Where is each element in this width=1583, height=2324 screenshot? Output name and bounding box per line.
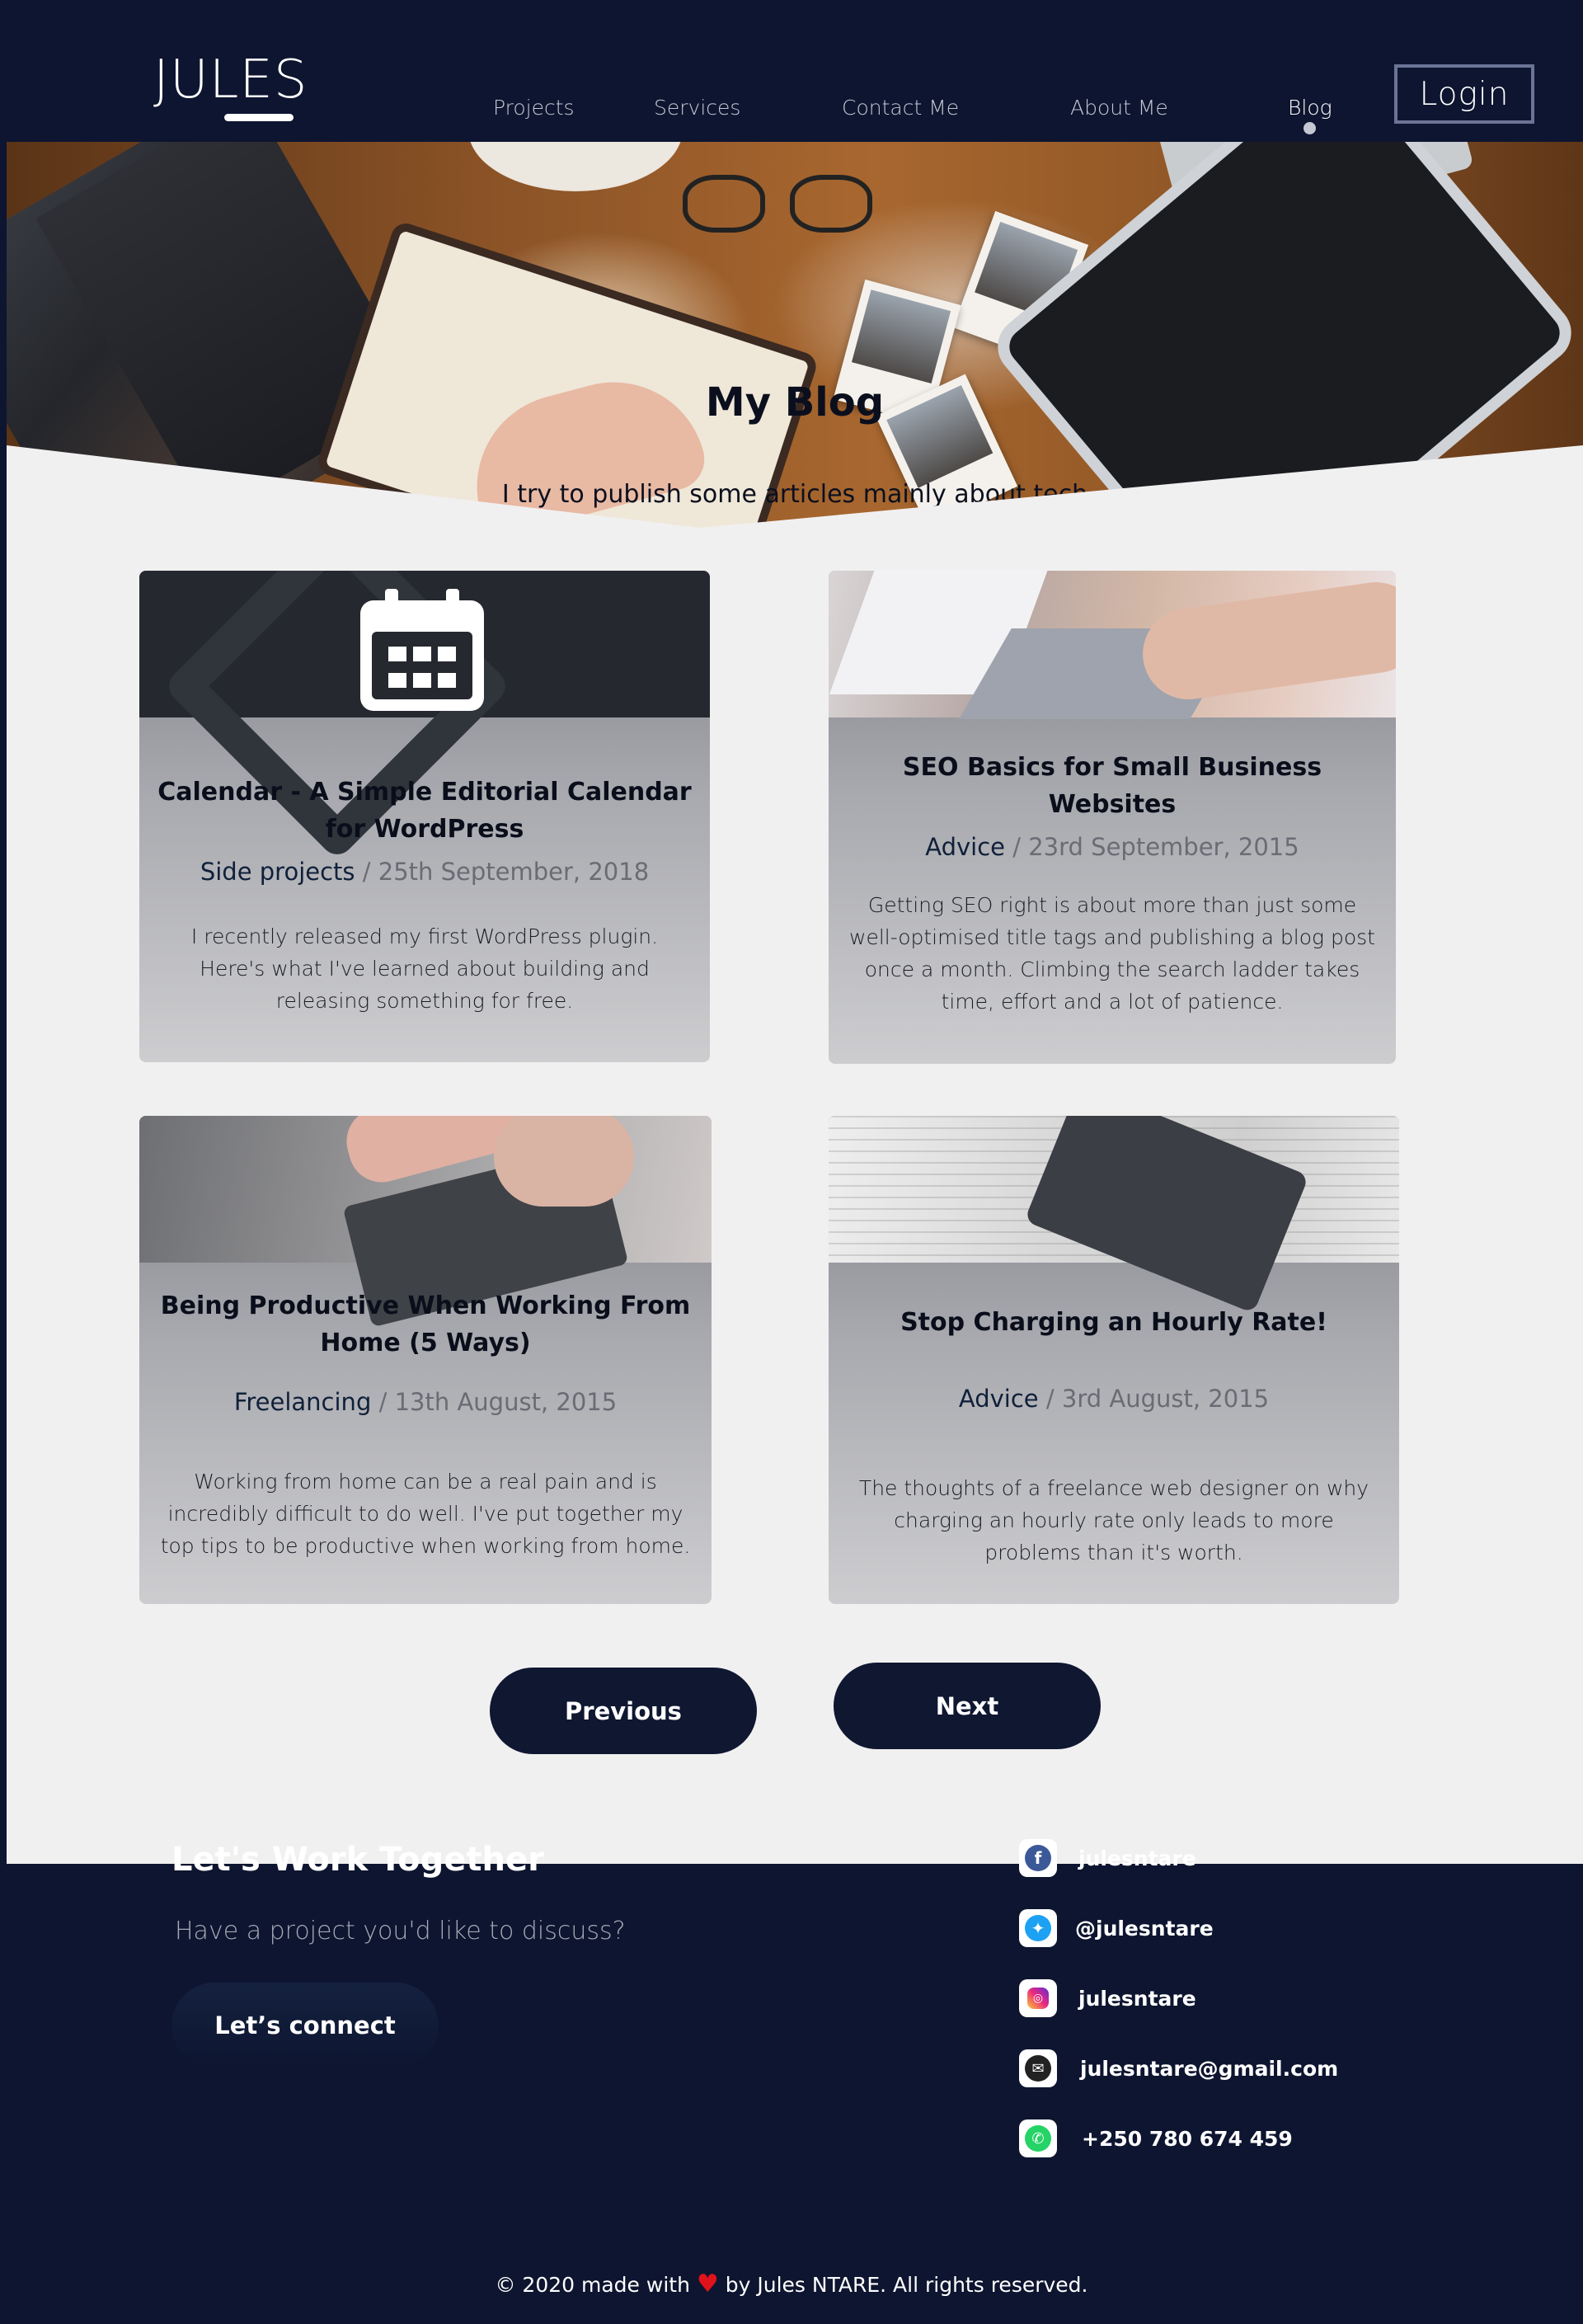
social-link-twitter[interactable]: ✦ @julesntare [1019,1909,1214,1947]
social-link-facebook[interactable]: f julesntare [1019,1839,1196,1877]
card-category[interactable]: Freelancing [234,1388,372,1416]
card-excerpt: The thoughts of a freelance web designer… [858,1476,1369,1564]
card-meta: Freelancing / 13th August, 2015 [139,1388,712,1416]
social-label: julesntare@gmail.com [1080,2056,1339,2081]
card-thumbnail [139,571,710,862]
social-label: +250 780 674 459 [1082,2126,1293,2151]
card-category[interactable]: Side projects [200,858,355,886]
card-thumbnail [829,571,1396,719]
login-button[interactable]: Login [1394,64,1534,124]
nav-link-about[interactable]: About Me [1070,96,1168,120]
blog-card[interactable]: Being Productive When Working From Home … [139,1116,712,1604]
meta-separator: / [378,1388,388,1416]
mail-icon: ✉ [1019,2049,1057,2087]
top-navbar: JULES Projects Services Contact Me About… [0,0,1583,142]
card-category[interactable]: Advice [959,1385,1039,1413]
card-title[interactable]: Stop Charging an Hourly Rate! [845,1304,1383,1341]
social-link-email[interactable]: ✉ julesntare@gmail.com [1019,2049,1338,2087]
card-excerpt: I recently released my first WordPress p… [190,924,659,1013]
blog-card[interactable]: Calendar - A Simple Editorial Calendar f… [139,571,710,1062]
nav-link-projects[interactable]: Projects [493,96,575,120]
hero-glasses [683,175,897,241]
card-category[interactable]: Advice [925,833,1005,861]
logo[interactable]: JULES [153,49,307,111]
logo-underline [224,114,294,121]
social-label: julesntare [1078,1986,1196,2011]
card-date: 23rd September, 2015 [1028,833,1299,861]
card-date: 25th September, 2018 [378,858,650,886]
next-button[interactable]: Next [834,1663,1101,1749]
card-date: 13th August, 2015 [394,1388,618,1416]
card-meta: Advice / 23rd September, 2015 [829,833,1396,861]
nav-link-contact[interactable]: Contact Me [842,96,959,120]
nav-link-blog[interactable]: Blog [1288,96,1332,120]
facebook-icon: f [1019,1839,1057,1877]
card-title[interactable]: Calendar - A Simple Editorial Calendar f… [156,774,693,848]
blog-card[interactable]: Stop Charging an Hourly Rate! Advice / 3… [829,1116,1399,1604]
card-excerpt: Getting SEO right is about more than jus… [849,893,1375,1014]
page-title: My Blog [705,379,885,426]
whatsapp-icon: ✆ [1019,2119,1057,2157]
card-meta: Advice / 3rd August, 2015 [829,1385,1399,1413]
meta-separator: / [1012,833,1022,861]
copyright: © 2020 made with ♥ by Jules NTARE. All r… [0,2270,1583,2298]
heart-icon: ♥ [696,2270,719,2298]
copyright-text: © 2020 made with [495,2273,690,2297]
copyright-text: by Jules NTARE. All rights reserved. [725,2273,1088,2297]
active-indicator [1304,122,1316,134]
card-title[interactable]: Being Productive When Working From Home … [156,1287,695,1362]
hero-mug [468,142,683,191]
meta-separator: / [1045,1385,1055,1413]
nav-link-services[interactable]: Services [654,96,740,120]
social-link-whatsapp[interactable]: ✆ +250 780 674 459 [1019,2119,1293,2157]
footer-subtitle: Have a project you'd like to discuss? [175,1917,626,1945]
previous-button[interactable]: Previous [490,1668,757,1754]
twitter-icon: ✦ [1019,1909,1057,1947]
meta-separator: / [362,858,371,886]
blog-card[interactable]: SEO Basics for Small Business Websites A… [829,571,1396,1064]
card-meta: Side projects / 25th September, 2018 [139,858,710,886]
card-title[interactable]: SEO Basics for Small Business Websites [845,749,1379,823]
card-excerpt: Working from home can be a real pain and… [160,1470,691,1558]
social-label: julesntare [1078,1846,1196,1870]
calendar-icon [360,589,484,711]
social-link-instagram[interactable]: ◎ julesntare [1019,1979,1196,2017]
social-label: @julesntare [1075,1916,1214,1941]
instagram-icon: ◎ [1019,1979,1057,2017]
card-thumbnail [829,1116,1399,1314]
card-thumbnail [139,1116,712,1328]
lets-connect-button[interactable]: Let’s connect [171,1983,439,2068]
footer-title: Let's Work Together [171,1841,544,1879]
card-date: 3rd August, 2015 [1061,1385,1270,1413]
